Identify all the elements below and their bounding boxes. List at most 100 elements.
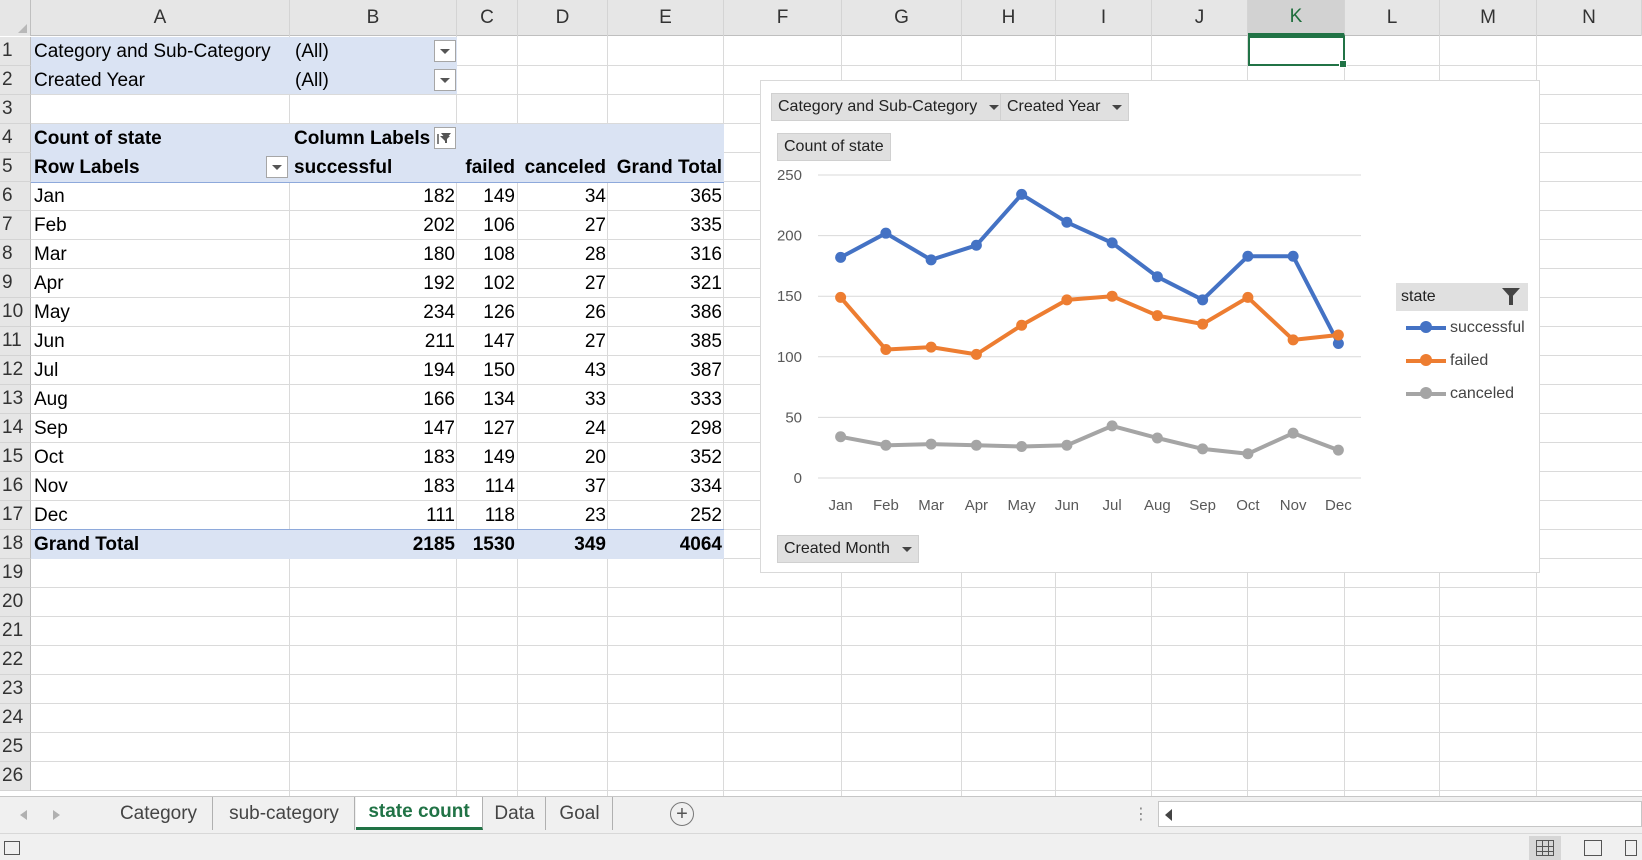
filter-category-dropdown-button[interactable] [434, 40, 456, 62]
column-header-a[interactable]: A [31, 0, 290, 36]
column-header-e[interactable]: E [608, 0, 724, 36]
pivot-value-cell[interactable]: 166 [290, 385, 455, 414]
column-header-h[interactable]: H [962, 0, 1056, 36]
worksheet-grid[interactable]: ABCDEFGHIJKLMN 1 2 3 4 5 6 7 8 9 10 11 12 13 14 15 16 17… [0, 0, 1642, 796]
row-header-14[interactable]: 14 [0, 414, 31, 443]
row-header-5[interactable]: 5 [0, 153, 31, 182]
row-header-12[interactable]: 12 [0, 356, 31, 385]
pivot-row-label[interactable]: Sep [34, 414, 68, 443]
pivot-value-cell[interactable]: 134 [457, 385, 515, 414]
sheet-tab-goal[interactable]: Goal [547, 797, 613, 830]
pivot-value-cell[interactable]: 385 [608, 327, 722, 356]
pivot-value-cell[interactable]: 365 [608, 182, 722, 211]
pivot-value-cell[interactable]: 194 [290, 356, 455, 385]
row-header-21[interactable]: 21 [0, 617, 31, 646]
row-header-16[interactable]: 16 [0, 472, 31, 501]
pivot-row-label[interactable]: Jun [34, 327, 65, 356]
legend-field-button[interactable]: state [1396, 283, 1528, 311]
pivot-value-cell[interactable]: 34 [518, 182, 606, 211]
row-labels-filter-button[interactable] [266, 156, 288, 178]
row-header-6[interactable]: 6 [0, 182, 31, 211]
filter-year-dropdown-button[interactable] [434, 69, 456, 91]
pivot-value-cell[interactable]: 24 [518, 414, 606, 443]
pivot-value-cell[interactable]: 149 [457, 443, 515, 472]
pivot-value-cell[interactable]: 26 [518, 298, 606, 327]
pivot-value-cell[interactable]: 352 [608, 443, 722, 472]
row-header-10[interactable]: 10 [0, 298, 31, 327]
row-header-25[interactable]: 25 [0, 733, 31, 762]
page-break-view-button[interactable] [1620, 836, 1642, 860]
pivot-row-label[interactable]: May [34, 298, 70, 327]
pivot-value-cell[interactable]: 106 [457, 211, 515, 240]
add-sheet-button[interactable]: + [670, 802, 694, 826]
pivot-value-cell[interactable]: 211 [290, 327, 455, 356]
splitter-handle-icon[interactable]: ⋮ [1133, 804, 1149, 824]
row-header-13[interactable]: 13 [0, 385, 31, 414]
row-header-2[interactable]: 2 [0, 66, 31, 95]
row-header-23[interactable]: 23 [0, 675, 31, 704]
sheet-tab-sub-category[interactable]: sub-category [214, 797, 355, 830]
horizontal-scrollbar[interactable] [1158, 801, 1642, 827]
legend-item-successful[interactable]: successful [1406, 317, 1525, 339]
pivot-value-cell[interactable]: 33 [518, 385, 606, 414]
next-sheet-icon[interactable] [53, 810, 60, 820]
pivot-value-cell[interactable]: 150 [457, 356, 515, 385]
pivot-value-cell[interactable]: 23 [518, 501, 606, 530]
column-header-k[interactable]: K [1248, 0, 1345, 36]
pivot-value-cell[interactable]: 234 [290, 298, 455, 327]
pivot-value-cell[interactable]: 37 [518, 472, 606, 501]
pivot-value-cell[interactable]: 298 [608, 414, 722, 443]
pivot-value-cell[interactable]: 108 [457, 240, 515, 269]
pivot-row-label[interactable]: Feb [34, 211, 67, 240]
pivot-value-cell[interactable]: 111 [290, 501, 455, 530]
pivot-value-cell[interactable]: 20 [518, 443, 606, 472]
select-all-corner[interactable] [0, 0, 31, 36]
pivot-value-cell[interactable]: 114 [457, 472, 515, 501]
column-header-m[interactable]: M [1440, 0, 1537, 36]
page-layout-view-button[interactable] [1577, 836, 1609, 860]
row-header-7[interactable]: 7 [0, 211, 31, 240]
row-header-26[interactable]: 26 [0, 762, 31, 791]
column-header-i[interactable]: I [1056, 0, 1152, 36]
pivot-value-cell[interactable]: 252 [608, 501, 722, 530]
row-header-4[interactable]: 4 [0, 124, 31, 153]
row-header-9[interactable]: 9 [0, 269, 31, 298]
column-header-d[interactable]: D [518, 0, 608, 36]
active-cell-k1[interactable] [1248, 36, 1347, 68]
pivot-value-cell[interactable]: 387 [608, 356, 722, 385]
pivot-row-label[interactable]: Oct [34, 443, 64, 472]
row-header-17[interactable]: 17 [0, 501, 31, 530]
pivot-value-cell[interactable]: 126 [457, 298, 515, 327]
pivot-value-cell[interactable]: 43 [518, 356, 606, 385]
row-header-22[interactable]: 22 [0, 646, 31, 675]
pivot-row-label[interactable]: Nov [34, 472, 68, 501]
column-header-f[interactable]: F [724, 0, 842, 36]
column-header-c[interactable]: C [457, 0, 518, 36]
pivot-value-cell[interactable]: 182 [290, 182, 455, 211]
pivot-value-cell[interactable]: 333 [608, 385, 722, 414]
row-header-15[interactable]: 15 [0, 443, 31, 472]
sheet-tab-data[interactable]: Data [484, 797, 546, 830]
pivot-row-label[interactable]: Dec [34, 501, 68, 530]
pivot-value-cell[interactable]: 316 [608, 240, 722, 269]
row-header-8[interactable]: 8 [0, 240, 31, 269]
row-header-1[interactable]: 1 [0, 37, 31, 66]
pivot-value-cell[interactable]: 147 [457, 327, 515, 356]
pivot-value-cell[interactable]: 386 [608, 298, 722, 327]
row-header-24[interactable]: 24 [0, 704, 31, 733]
pivot-chart[interactable]: Category and Sub-Category Created Year C… [760, 80, 1540, 573]
pivot-value-cell[interactable]: 27 [518, 211, 606, 240]
pivot-value-cell[interactable]: 118 [457, 501, 515, 530]
pivot-row-label[interactable]: Aug [34, 385, 68, 414]
column-header-l[interactable]: L [1345, 0, 1440, 36]
pivot-value-cell[interactable]: 202 [290, 211, 455, 240]
row-header-19[interactable]: 19 [0, 559, 31, 588]
prev-sheet-icon[interactable] [20, 810, 27, 820]
pivot-row-label[interactable]: Apr [34, 269, 64, 298]
pivot-value-cell[interactable]: 335 [608, 211, 722, 240]
pivot-row-label[interactable]: Mar [34, 240, 67, 269]
pivot-value-cell[interactable]: 147 [290, 414, 455, 443]
column-header-n[interactable]: N [1537, 0, 1642, 36]
pivot-value-cell[interactable]: 183 [290, 443, 455, 472]
pivot-value-cell[interactable]: 127 [457, 414, 515, 443]
